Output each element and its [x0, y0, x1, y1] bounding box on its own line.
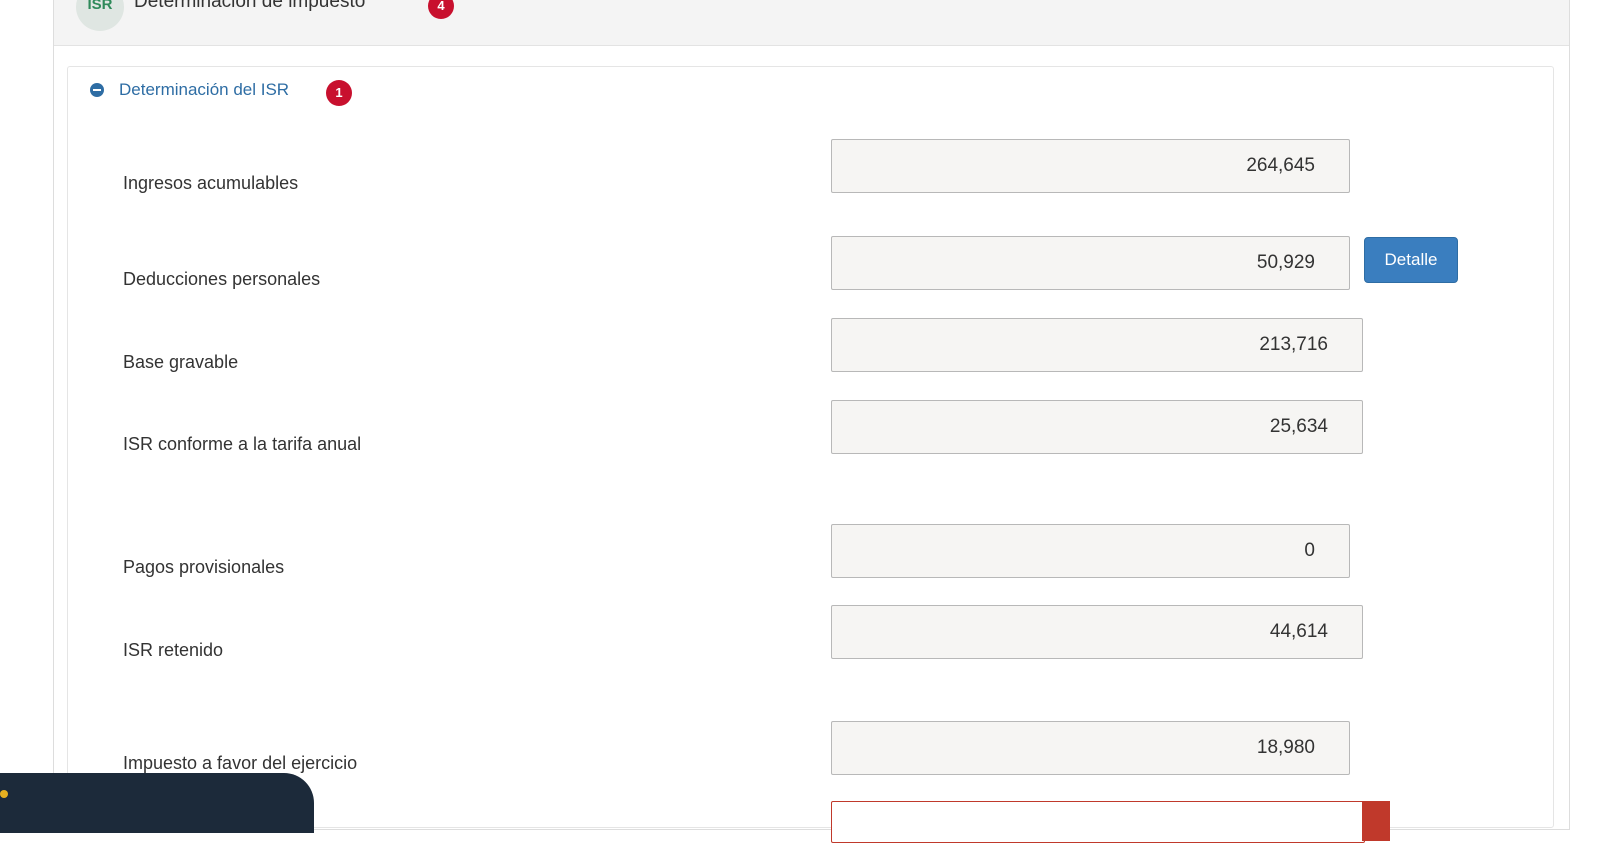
- label-ingresos-acumulables: Ingresos acumulables: [123, 173, 299, 193]
- field-ingresos-acumulables[interactable]: 264,645: [831, 139, 1350, 193]
- next-field-partial[interactable]: [831, 801, 1365, 843]
- collapse-icon[interactable]: [90, 83, 104, 97]
- label-isr-tarifa-anual: ISR conforme a la tarifa anual: [123, 434, 362, 454]
- header-count-badge: 4: [428, 0, 454, 19]
- section-title[interactable]: Determinación del ISR: [119, 79, 289, 101]
- label-pagos-provisionales: Pagos provisionales: [123, 557, 285, 577]
- floating-toolbar[interactable]: [0, 773, 314, 833]
- section-count-badge: 1: [326, 80, 352, 106]
- field-deducciones-personales[interactable]: 50,929: [831, 236, 1350, 290]
- field-pagos-provisionales[interactable]: 0: [831, 524, 1350, 578]
- toolbar-indicator-icon: [0, 790, 8, 798]
- label-impuesto-a-favor: Impuesto a favor del ejercicio: [123, 753, 358, 773]
- panel-title: Determinación de impuesto: [134, 0, 366, 12]
- next-field-addon[interactable]: [1362, 801, 1390, 841]
- detail-button[interactable]: Detalle: [1364, 237, 1458, 283]
- field-base-gravable[interactable]: 213,716: [831, 318, 1363, 372]
- label-deducciones-personales: Deducciones personales: [123, 269, 321, 289]
- field-impuesto-a-favor[interactable]: 18,980: [831, 721, 1350, 775]
- field-isr-retenido[interactable]: 44,614: [831, 605, 1363, 659]
- isr-avatar: ISR: [76, 0, 124, 31]
- label-base-gravable: Base gravable: [123, 352, 239, 372]
- field-isr-tarifa-anual[interactable]: 25,634: [831, 400, 1363, 454]
- panel-header[interactable]: ISR Determinación de impuesto 4: [54, 0, 1569, 46]
- label-isr-retenido: ISR retenido: [123, 640, 224, 660]
